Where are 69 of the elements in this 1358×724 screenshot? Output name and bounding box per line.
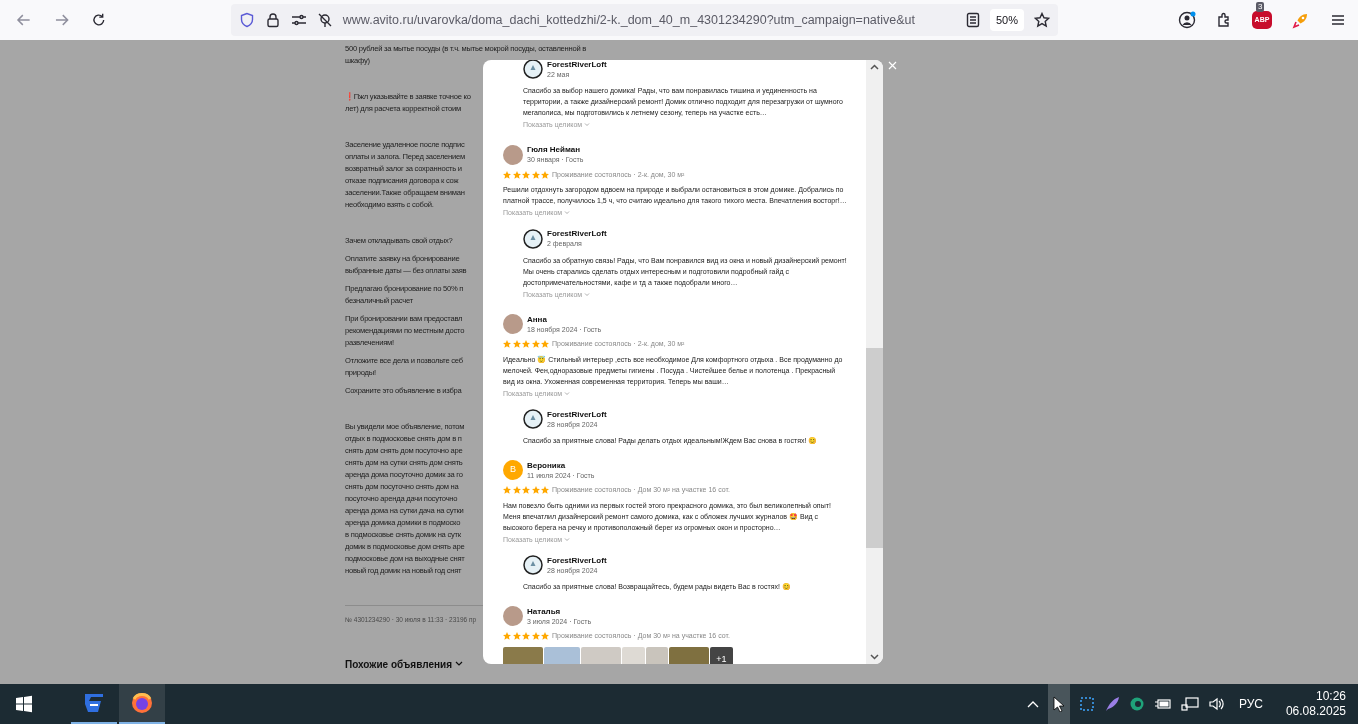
reload-icon[interactable] (91, 12, 107, 28)
url-text[interactable]: www.avito.ru/uvarovka/doma_dachi_kottedzhi/2-k._dom_40_m_4301234290?utm_campaign=native&ut (342, 10, 916, 30)
lock-icon[interactable] (264, 12, 281, 28)
author-name: ForestRiverLoft (547, 555, 607, 566)
similar-listings-toggle[interactable]: Похожие объявления (345, 656, 463, 672)
browser-globe-icon (130, 691, 154, 715)
chevron-down-icon (564, 211, 571, 216)
avatar-placeholder (503, 606, 523, 626)
author-name: ForestRiverLoft (547, 60, 607, 70)
tray-app-button[interactable] (1047, 684, 1070, 724)
shield-logo-icon (82, 691, 106, 715)
chevron-down-icon (564, 537, 571, 542)
notification-count-badge: 3 (1256, 2, 1265, 12)
avatar-placeholder (503, 144, 523, 165)
star-icon (531, 170, 540, 179)
avatar-placeholder (503, 314, 523, 334)
letter-avatar: В (503, 460, 523, 480)
star-icon (531, 632, 540, 641)
reader-view-icon[interactable] (965, 12, 980, 28)
chevron-down-icon (584, 123, 591, 128)
star-icon (512, 632, 521, 641)
chevron-down-icon[interactable] (455, 661, 463, 668)
author-name: Анна (527, 314, 547, 325)
battery-icon[interactable] (1153, 697, 1172, 711)
photo-placeholder[interactable] (669, 646, 709, 664)
chevron-down-icon (584, 292, 591, 297)
shield-icon[interactable] (238, 12, 255, 28)
taskbar-app-button[interactable] (119, 684, 165, 724)
scrollbar[interactable] (866, 60, 883, 664)
account-icon[interactable] (1178, 11, 1196, 29)
star-icon[interactable] (1034, 12, 1050, 28)
chevron-up-icon[interactable] (870, 64, 879, 70)
cursor-icon (1052, 696, 1065, 712)
photo-placeholder[interactable] (503, 646, 543, 664)
language-indicator[interactable]: РУС (1238, 695, 1263, 713)
star-icon (512, 486, 521, 495)
author-name: Вероника (527, 460, 566, 471)
logo-avatar-icon (523, 228, 543, 249)
windows-logo-icon[interactable] (15, 695, 33, 713)
selection-icon[interactable] (1078, 696, 1095, 712)
clock-time[interactable]: 10:26 (1315, 689, 1346, 704)
scrollbar-thumb[interactable] (866, 348, 883, 548)
puzzle-piece-icon[interactable] (1216, 12, 1232, 28)
address-bar[interactable]: www.avito.ru/uvarovka/doma_dachi_kottedzhi/2-k._dom_40_m_4301234290?utm_campaign=native&ut 50% (230, 4, 1058, 36)
feather-icon[interactable] (1103, 696, 1120, 712)
forward-arrow-icon[interactable] (53, 12, 70, 28)
rocket-icon[interactable] (1292, 11, 1310, 29)
star-icon (531, 486, 540, 495)
speaker-icon[interactable] (1207, 696, 1226, 712)
permissions-icon[interactable] (290, 12, 307, 28)
chevron-down-icon[interactable] (870, 654, 879, 660)
zoom-level-badge[interactable]: 50% (989, 8, 1024, 32)
clock-date[interactable]: 06.08.2025 (1285, 704, 1346, 719)
logo-avatar-icon (523, 409, 543, 429)
logo-avatar-icon (523, 60, 543, 79)
author-name: ForestRiverLoft (547, 229, 607, 239)
chevron-down-icon (564, 391, 571, 396)
network-icon[interactable] (1180, 696, 1199, 712)
more-photos-count: +1 (716, 653, 727, 664)
author-name: Наталья (527, 606, 561, 617)
author-name: Гюля Нейман (527, 145, 581, 155)
logo-avatar-icon (523, 555, 543, 575)
menu-icon[interactable] (1330, 12, 1346, 28)
star-icon (512, 340, 521, 349)
star-icon (512, 170, 521, 179)
star-icon (531, 340, 540, 349)
author-name: ForestRiverLoft (547, 409, 607, 420)
back-arrow-icon[interactable] (16, 12, 32, 28)
photo-placeholder[interactable]: +1 (710, 646, 733, 664)
